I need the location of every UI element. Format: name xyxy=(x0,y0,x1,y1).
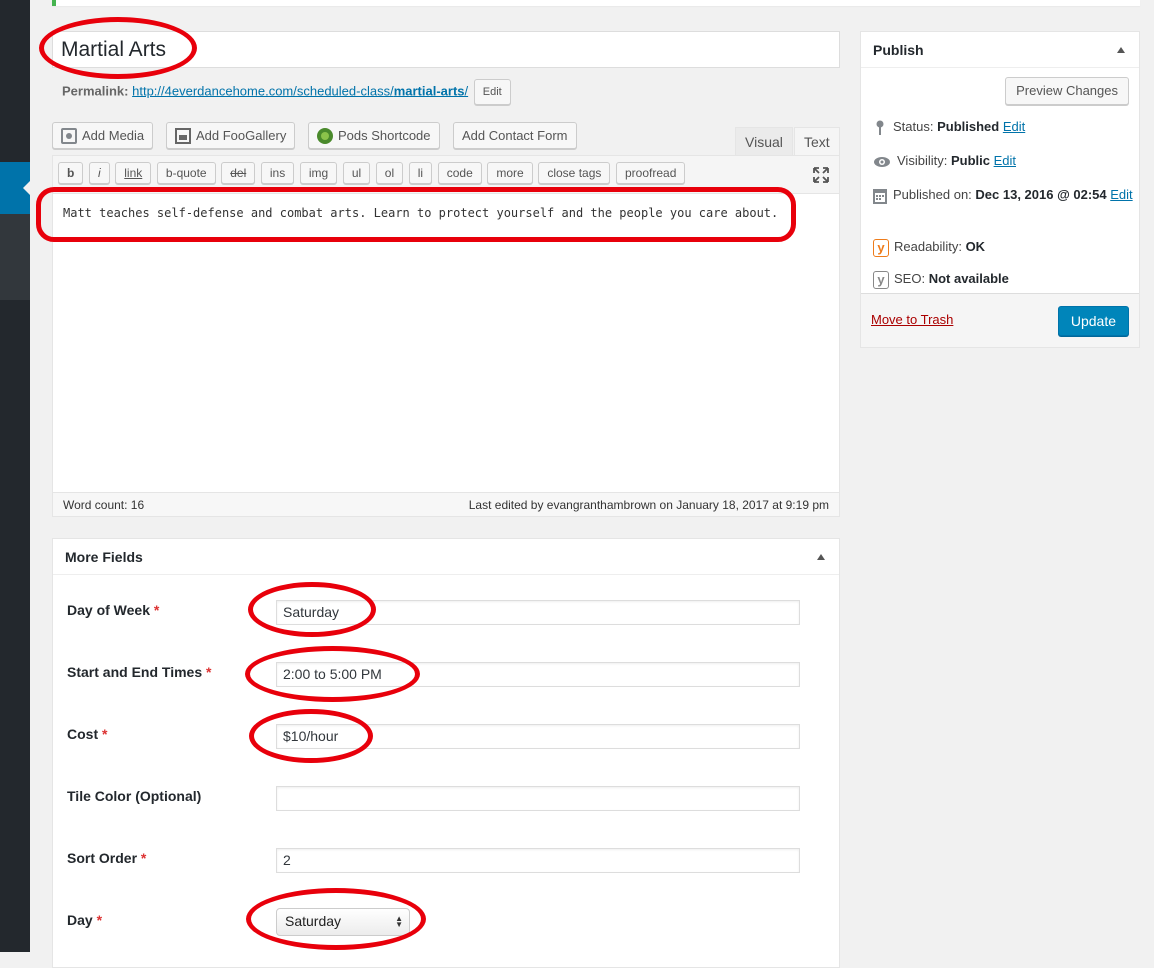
permalink-trailing: / xyxy=(464,83,469,99)
add-media-button[interactable]: Add Media xyxy=(52,122,154,149)
cost-input[interactable]: $10/hour xyxy=(276,724,800,749)
day-select[interactable]: Saturday ▲ ▼ xyxy=(276,908,410,936)
qt-close-tags-button[interactable]: close tags xyxy=(538,162,611,184)
add-media-label: Add Media xyxy=(82,128,145,143)
sidebar-current-item[interactable] xyxy=(0,162,31,214)
collapse-arrow-icon[interactable] xyxy=(817,554,825,560)
sidebar-current-arrow xyxy=(23,180,31,196)
move-to-trash-link[interactable]: Move to Trash xyxy=(871,312,953,327)
published-on-row: Published on: Dec 13, 2016 @ 02:54 Edit xyxy=(873,185,1135,205)
qt-ul-button[interactable]: ul xyxy=(342,162,371,184)
more-fields-title: More Fields xyxy=(65,549,143,565)
day-of-week-input[interactable]: Saturday xyxy=(276,600,800,625)
admin-notice xyxy=(52,0,1140,6)
cost-label: Cost * xyxy=(67,726,108,742)
permalink-base: http://4everdancehome.com/scheduled-clas… xyxy=(132,83,394,99)
qt-link-button[interactable]: link xyxy=(115,162,152,184)
pods-shortcode-label: Pods Shortcode xyxy=(338,128,431,143)
qt-ol-button[interactable]: ol xyxy=(375,162,404,184)
quicktags-toolbar: b i link b-quote del ins img ul ol li co… xyxy=(53,156,839,194)
qt-ins-button[interactable]: ins xyxy=(260,162,295,184)
readability-row: y Readability: OK xyxy=(873,237,985,257)
yoast-readability-icon: y xyxy=(873,238,889,257)
tab-text[interactable]: Text xyxy=(794,127,840,155)
qt-more-button[interactable]: more xyxy=(487,162,533,184)
permalink-link[interactable]: http://4everdancehome.com/scheduled-clas… xyxy=(132,83,468,98)
calendar-icon xyxy=(873,188,887,204)
qt-li-button[interactable]: li xyxy=(408,162,433,184)
preview-changes-button[interactable]: Preview Changes xyxy=(1005,77,1129,105)
pods-icon xyxy=(317,127,333,144)
day-label: Day * xyxy=(67,912,103,928)
pods-shortcode-button[interactable]: Pods Shortcode xyxy=(308,122,440,149)
permalink-label: Permalink: xyxy=(62,83,129,99)
admin-sidebar xyxy=(0,0,31,952)
add-foogallery-label: Add FooGallery xyxy=(196,128,287,143)
collapse-arrow-icon[interactable] xyxy=(1117,47,1125,53)
add-foogallery-button[interactable]: Add FooGallery xyxy=(166,122,296,149)
yoast-seo-icon: y xyxy=(873,270,889,289)
select-arrows-icon: ▲ ▼ xyxy=(395,914,403,929)
status-row: Status: Published Edit xyxy=(873,117,1025,137)
qt-proofread-button[interactable]: proofread xyxy=(616,162,686,184)
media-icon xyxy=(61,127,77,144)
tile-color-label: Tile Color (Optional) xyxy=(67,788,202,804)
day-select-value: Saturday xyxy=(285,913,342,929)
publish-header[interactable]: Publish xyxy=(861,32,1139,68)
visibility-row: Visibility: Public Edit xyxy=(873,151,1016,171)
more-fields-box: More Fields Day of Week * Saturday Start… xyxy=(52,538,840,968)
start-end-times-input[interactable]: 2:00 to 5:00 PM xyxy=(276,662,800,687)
update-button[interactable]: Update xyxy=(1057,306,1129,336)
tab-visual[interactable]: Visual xyxy=(735,127,793,155)
permalink-row: Permalink: http://4everdancehome.com/sch… xyxy=(62,79,511,105)
qt-bold-button[interactable]: b xyxy=(58,162,84,184)
text-editor: b i link b-quote del ins img ul ol li co… xyxy=(52,155,840,517)
eye-icon xyxy=(874,156,890,167)
post-title-input[interactable]: Martial Arts xyxy=(52,31,840,68)
publish-actions: Move to Trash Update xyxy=(861,293,1139,347)
qt-del-button[interactable]: del xyxy=(221,162,256,184)
publish-title: Publish xyxy=(873,42,924,58)
tile-color-input[interactable] xyxy=(276,786,800,811)
qt-code-button[interactable]: code xyxy=(437,162,482,184)
pin-icon xyxy=(876,120,884,135)
status-edit-link[interactable]: Edit xyxy=(1003,119,1025,134)
sidebar-submenu xyxy=(0,214,30,300)
add-contact-form-label: Add Contact Form xyxy=(462,128,568,143)
qt-img-button[interactable]: img xyxy=(299,162,338,184)
editor-textarea[interactable]: Matt teaches self-defense and combat art… xyxy=(53,194,839,494)
qt-blockquote-button[interactable]: b-quote xyxy=(156,162,216,184)
published-edit-link[interactable]: Edit xyxy=(1110,187,1132,202)
start-end-times-label: Start and End Times * xyxy=(67,664,212,680)
permalink-slug: martial-arts xyxy=(393,83,465,99)
permalink-edit-button[interactable]: Edit xyxy=(473,79,511,105)
word-count: Word count: 16 xyxy=(63,497,145,512)
add-contact-form-button[interactable]: Add Contact Form xyxy=(453,122,577,149)
qt-italic-button[interactable]: i xyxy=(88,162,110,184)
sort-order-label: Sort Order * xyxy=(67,850,147,866)
visibility-edit-link[interactable]: Edit xyxy=(994,153,1016,168)
fullscreen-icon[interactable] xyxy=(813,167,829,183)
day-of-week-label: Day of Week * xyxy=(67,602,160,618)
sort-order-input[interactable]: 2 xyxy=(276,848,800,873)
seo-row: y SEO: Not available xyxy=(873,269,1009,289)
more-fields-header[interactable]: More Fields xyxy=(53,539,839,575)
last-edited: Last edited by evangranthambrown on Janu… xyxy=(468,497,829,512)
editor-status-bar: Word count: 16 Last edited by evangranth… xyxy=(53,492,839,516)
gallery-icon xyxy=(175,127,191,144)
publish-box: Publish Preview Changes Status: Publishe… xyxy=(860,31,1140,348)
